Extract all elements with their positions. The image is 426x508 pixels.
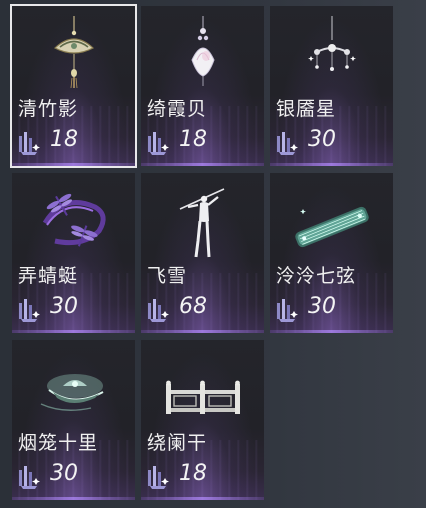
item-card-rao-lan-gan[interactable]: 绕阑干 18 [141,340,264,500]
item-card-yan-long-shi-li[interactable]: 烟笼十里 30 [12,340,135,500]
misty-boat-icon [40,374,104,411]
item-card-qi-xia-bei[interactable]: 绮霞贝 18 [141,6,264,166]
shell-pendant-icon [191,16,215,86]
dragonfly-ribbon-icon [42,193,106,247]
item-card-yin-ye-xing[interactable]: 银靥星 30 [270,6,393,166]
item-cost: 30 [50,461,78,486]
item-cost: 68 [179,294,207,319]
item-name: 飞雪 [147,265,188,287]
item-grid: 清竹影 18 绮霞贝 18 银靥星 30 弄蜻蜓 30 飞雪 68 泠泠七弦 3… [10,4,393,500]
item-name: 弄蜻蜓 [18,265,79,287]
stone-railing-icon [166,380,240,414]
item-name: 泠泠七弦 [276,265,357,287]
purple-crystal-currency-icon [148,132,169,155]
item-cost: 18 [179,461,207,486]
purple-crystal-currency-icon [277,132,298,155]
item-cost: 30 [308,127,336,152]
purple-crystal-currency-icon [277,299,298,322]
item-cost: 30 [308,294,336,319]
sword-dancer-figure-icon [179,188,225,258]
item-name: 绮霞贝 [147,98,208,120]
item-name: 银靥星 [276,98,337,120]
item-name: 清竹影 [18,98,79,120]
purple-crystal-currency-icon [19,466,40,489]
item-card-fei-xue[interactable]: 飞雪 68 [141,173,264,333]
purple-crystal-currency-icon [148,299,169,322]
item-cost: 30 [50,294,78,319]
purple-crystal-currency-icon [148,466,169,489]
item-cost: 18 [179,127,207,152]
jade-fan-pendant-icon [53,16,95,89]
item-card-qing-zhu-ying[interactable]: 清竹影 18 [10,4,137,168]
purple-crystal-currency-icon [19,299,40,322]
purple-crystal-currency-icon [19,132,40,155]
item-card-nong-qing-ting[interactable]: 弄蜻蜓 30 [12,173,135,333]
item-name: 烟笼十里 [18,432,99,454]
item-cost: 18 [50,127,78,152]
inventory-panel: 清竹影 18 绮霞贝 18 银靥星 30 弄蜻蜓 30 飞雪 68 泠泠七弦 3… [0,0,426,508]
item-name: 绕阑干 [147,432,208,454]
guqin-zither-icon [295,206,369,248]
item-card-ling-ling-qi-xian[interactable]: 泠泠七弦 30 [270,173,393,333]
silver-star-chandelier-icon [308,16,356,71]
